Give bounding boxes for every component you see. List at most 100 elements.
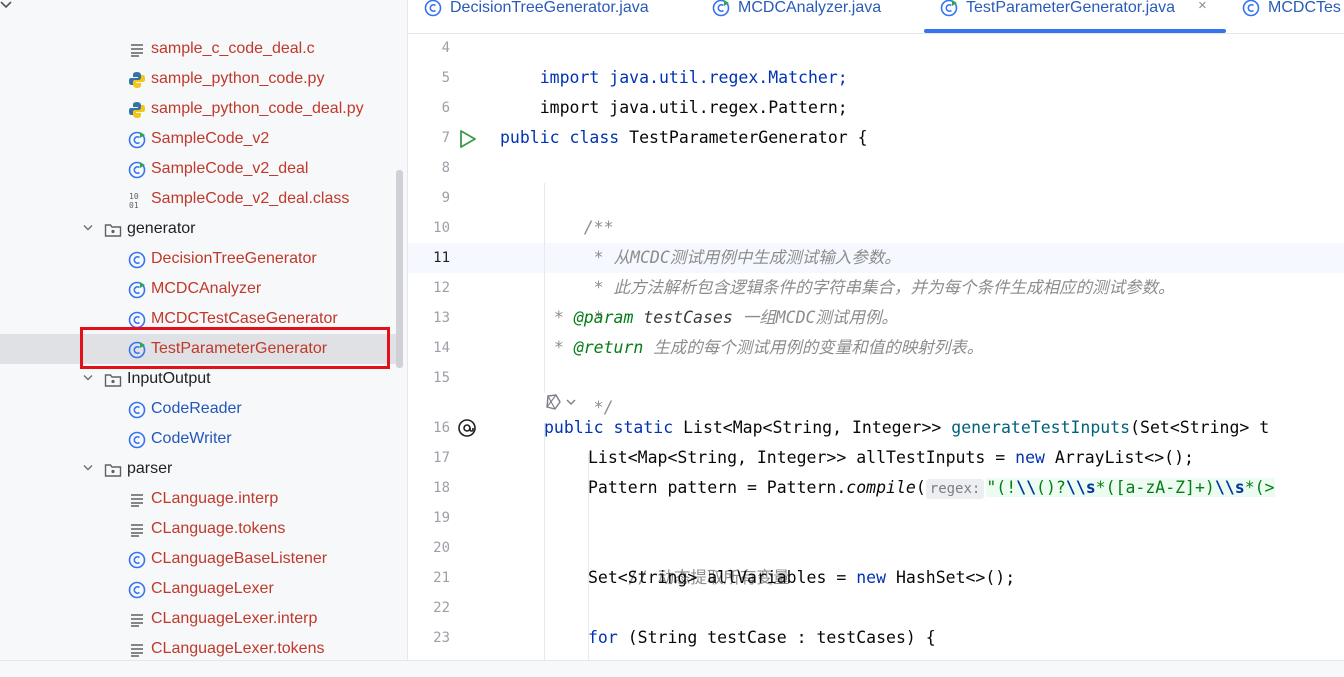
code-line-21: Set<String> allVariables = new HashSet<>… (588, 563, 1015, 593)
class-icon (128, 581, 146, 599)
line-number-current: 11 (433, 250, 450, 266)
project-tree-panel: sample_c_code_deal.c sample_python_code.… (0, 0, 407, 660)
parameter-hint: regex: (925, 479, 985, 499)
tree-item-sample-python-code[interactable]: sample_python_code.py (0, 64, 400, 94)
tree-item-samplecode-v2-deal-class[interactable]: 10 01 SampleCode_v2_deal.class (0, 184, 400, 214)
code-line-4: import java.util.regex.Matcher; (500, 33, 848, 87)
code-line-10: * 从MCDC测试用例中生成测试输入参数。 (544, 213, 901, 267)
indent-guide (544, 423, 545, 660)
line-number: 14 (433, 340, 450, 356)
chevron-down-icon[interactable] (81, 214, 95, 244)
tab-label: TestParameterGenerator.java (966, 0, 1175, 16)
code-editor[interactable]: DecisionTreeGenerator.java MCDCAnalyzer.… (408, 0, 1344, 660)
tree-item-samplecode-v2[interactable]: SampleCode_v2 (0, 124, 400, 154)
code-token: ( (1036, 478, 1046, 497)
code-token: public static (544, 418, 674, 437)
tree-item-clanguagebaselistener[interactable]: CLanguageBaseListener (0, 544, 400, 574)
line-number: 20 (433, 540, 450, 556)
tree-item-label: SampleCode_v2 (151, 130, 270, 147)
folder-icon (104, 221, 122, 239)
tree-item-clanguage-interp[interactable]: CLanguage.interp (0, 484, 400, 514)
tree-item-sample-c-code-deal[interactable]: sample_c_code_deal.c (0, 34, 400, 64)
text-file-icon (128, 641, 146, 659)
tree-item-clanguage-tokens[interactable]: CLanguage.tokens (0, 514, 400, 544)
python-file-icon (128, 101, 146, 119)
svg-text:01: 01 (129, 201, 139, 209)
tree-item-label: CLanguageLexer.tokens (151, 640, 325, 657)
tree-item-label: parser (127, 460, 173, 477)
folder-icon (104, 461, 122, 479)
line-number: 23 (433, 630, 450, 646)
class-icon (424, 0, 442, 17)
code-line-20: // 动态提取所有变量 (588, 533, 790, 587)
runnable-class-icon (940, 0, 958, 17)
tree-item-label: sample_python_code_deal.py (151, 100, 364, 117)
tree-item-label: SampleCode_v2_deal (151, 160, 309, 177)
code-line-23: for (String testCase : testCases) { (588, 623, 936, 653)
runnable-class-icon (712, 0, 730, 17)
tree-item-label: CLanguageLexer (151, 580, 274, 597)
code-token: new (856, 568, 887, 587)
code-token: (String testCase : testCases) { (617, 628, 936, 647)
tab-label: MCDCAnalyzer.java (738, 0, 882, 16)
class-icon (128, 551, 146, 569)
code-token: * (544, 308, 574, 327)
tree-item-label: generator (127, 220, 196, 237)
runnable-class-icon (128, 281, 146, 299)
python-file-icon (128, 71, 146, 89)
tree-folder-parser[interactable]: parser (0, 454, 400, 484)
editor-tab-bar: DecisionTreeGenerator.java MCDCAnalyzer.… (408, 0, 1344, 34)
run-icon[interactable] (458, 129, 478, 149)
code-token: testCases (633, 308, 733, 327)
tree-item-label: CLanguageLexer.interp (151, 610, 318, 627)
code-line-9: /** (544, 183, 614, 237)
line-number: 10 (433, 220, 450, 236)
code-token: * (544, 338, 574, 357)
code-token: TestParameterGenerator { (619, 128, 868, 147)
code-token: \\ (1016, 478, 1037, 497)
code-token: (Set<String> t (1130, 418, 1270, 437)
line-number: 4 (441, 40, 450, 56)
tree-item-label: SampleCode_v2_deal.class (151, 190, 350, 207)
code-token: for (588, 628, 618, 647)
tree-item-clanguagelexer-tokens[interactable]: CLanguageLexer.tokens (0, 634, 400, 660)
tree-item-samplecode-v2-deal[interactable]: SampleCode_v2_deal (0, 154, 400, 184)
code-line-16: public static List<Map<String, Integer>>… (544, 413, 1269, 443)
line-number: 12 (433, 280, 450, 296)
code-token: @param (573, 308, 634, 327)
tree-item-clanguagelexer[interactable]: CLanguageLexer (0, 574, 400, 604)
tree-item-codewriter[interactable]: CodeWriter (0, 424, 400, 454)
tree-item-label: CLanguage.interp (151, 490, 279, 507)
runnable-class-icon (128, 161, 146, 179)
close-tab-icon[interactable]: × (1198, 0, 1207, 14)
folder-icon (104, 371, 122, 389)
sidebar-scrollbar[interactable] (396, 170, 403, 368)
code-token: )? (1045, 478, 1066, 497)
code-token: "(! (986, 478, 1017, 497)
tree-item-sample-python-code-deal[interactable]: sample_python_code_deal.py (0, 94, 400, 124)
text-file-icon (128, 491, 146, 509)
tree-item-clanguagelexer-interp[interactable]: CLanguageLexer.interp (0, 604, 400, 634)
code-token: new (1015, 448, 1045, 467)
code-token: generateTestInputs (951, 418, 1131, 437)
override-marker-icon[interactable] (457, 418, 477, 438)
code-token: ( (915, 478, 926, 497)
code-token: 一组MCDC测试用例。 (732, 308, 898, 327)
class-icon (128, 401, 146, 419)
svg-text:10: 10 (129, 192, 139, 201)
chevron-down-icon[interactable] (81, 454, 95, 484)
tree-item-decisiontreegenerator[interactable]: DecisionTreeGenerator (0, 244, 400, 274)
binary-class-file-icon: 10 01 (128, 191, 146, 210)
tree-item-label: CLanguage.tokens (151, 520, 286, 537)
tree-folder-generator[interactable]: generator (0, 214, 400, 244)
tree-item-mcdcanalyzer[interactable]: MCDCAnalyzer (0, 274, 400, 304)
code-token: import java.util.regex.Pattern; (539, 98, 848, 117)
selection-highlight-box (80, 327, 390, 369)
code-line-18: Pattern pattern = Pattern.compile(regex:… (588, 473, 1275, 503)
collapse-icon[interactable] (0, 0, 14, 16)
tree-item-codereader[interactable]: CodeReader (0, 394, 400, 424)
code-token: public class (500, 128, 620, 147)
tree-item-label: CodeReader (151, 400, 242, 417)
code-token: * 此方法解析包含逻辑条件的字符串集合，并为每个条件生成相应的测试参数。 (583, 278, 1175, 297)
line-number: 5 (441, 70, 450, 86)
